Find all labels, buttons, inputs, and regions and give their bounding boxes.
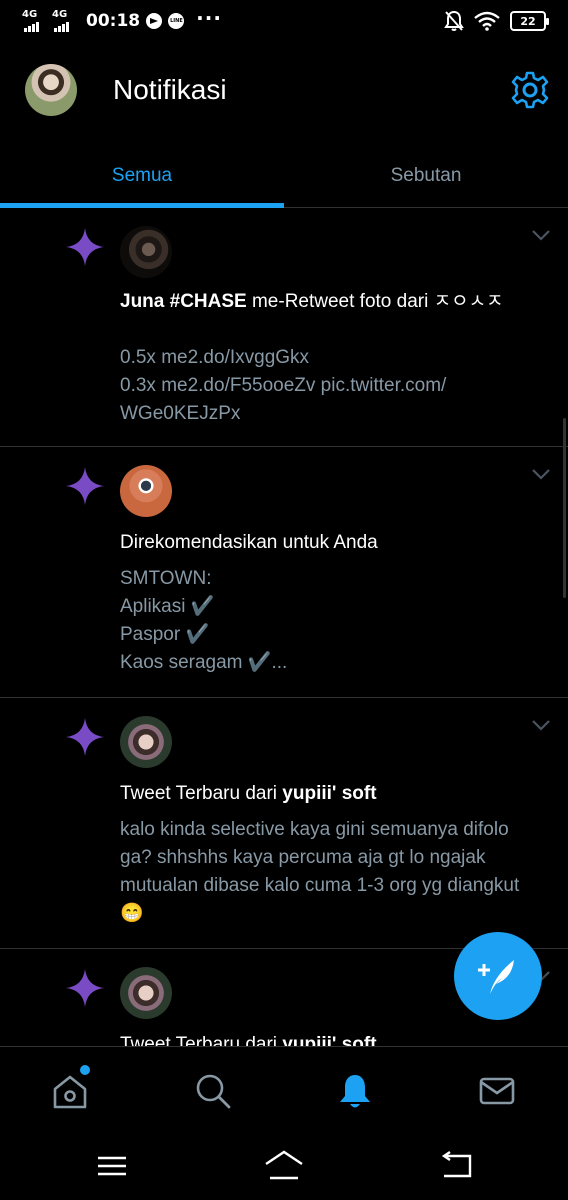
battery-level: 22 bbox=[520, 14, 536, 28]
chevron-down-icon[interactable] bbox=[530, 463, 552, 485]
notification-tabs: Semua Sebutan bbox=[0, 144, 568, 208]
telegram-icon bbox=[146, 13, 163, 29]
profile-avatar[interactable] bbox=[25, 64, 77, 116]
notification-title: Juna #CHASE me-Retweet foto dari ㅈㅇㅅㅈ bbox=[120, 288, 520, 316]
notification-body: kalo kinda selective kaya gini semuanya … bbox=[120, 819, 520, 924]
notification-item[interactable]: Juna #CHASE me-Retweet foto dari ㅈㅇㅅㅈ 0.… bbox=[0, 208, 568, 447]
notification-body: 0.5x me2.do/IxvggGkx 0.3x me2.do/F55ooeZ… bbox=[120, 347, 447, 424]
network-label-2: 4G bbox=[52, 9, 68, 20]
feed-scrollbar[interactable] bbox=[563, 418, 566, 598]
notification-title: Tweet Terbaru dari yupiii' soft bbox=[120, 1031, 520, 1046]
notification-item[interactable]: Tweet Terbaru dari yupiii' soft kalo kin… bbox=[0, 698, 568, 949]
sparkle-icon bbox=[66, 467, 104, 505]
home-icon[interactable] bbox=[50, 1071, 90, 1111]
bottom-navigation bbox=[0, 1046, 568, 1132]
smtown-avatar[interactable] bbox=[120, 465, 172, 517]
home-new-indicator bbox=[80, 1065, 90, 1075]
notification-action: Tweet Terbaru dari bbox=[120, 783, 283, 804]
back-icon[interactable] bbox=[436, 1150, 476, 1182]
mute-bell-icon bbox=[444, 10, 464, 31]
page-title: Notifikasi bbox=[113, 74, 227, 105]
clock: 00:18 bbox=[86, 11, 141, 31]
tab-all[interactable]: Semua bbox=[0, 144, 284, 208]
chevron-down-icon[interactable] bbox=[530, 224, 552, 246]
notification-title: Tweet Terbaru dari yupiii' soft bbox=[120, 780, 520, 808]
more-notifications-icon: ··· bbox=[196, 6, 222, 30]
notification-user[interactable]: yupiii' soft bbox=[282, 1034, 376, 1046]
mail-icon[interactable] bbox=[477, 1071, 517, 1111]
network-indicator-2: 4G bbox=[52, 10, 76, 32]
system-home-icon[interactable] bbox=[264, 1150, 304, 1182]
sparkle-icon bbox=[66, 969, 104, 1007]
status-left: 4G 4G 00:18 ··· bbox=[22, 6, 222, 32]
status-right: 22 bbox=[444, 10, 549, 32]
network-label-1: 4G bbox=[22, 9, 38, 20]
sparkle-icon bbox=[66, 718, 104, 756]
notification-user[interactable]: Juna #CHASE bbox=[120, 291, 247, 312]
bell-icon[interactable] bbox=[335, 1071, 375, 1111]
notification-action: me-Retweet foto dari ㅈㅇㅅㅈ bbox=[246, 291, 504, 312]
battery-icon: 22 bbox=[510, 11, 549, 31]
app-header: Notifikasi bbox=[0, 44, 568, 144]
yupiii-avatar[interactable] bbox=[120, 967, 172, 1019]
sparkle-icon bbox=[66, 228, 104, 266]
notification-title: Direkomendasikan untuk Anda bbox=[120, 532, 378, 553]
menu-icon[interactable] bbox=[92, 1150, 132, 1182]
status-bar: 4G 4G 00:18 ··· 22 bbox=[0, 0, 568, 44]
wifi-icon bbox=[474, 11, 500, 31]
line-icon bbox=[168, 13, 185, 29]
notification-feed[interactable]: Juna #CHASE me-Retweet foto dari ㅈㅇㅅㅈ 0.… bbox=[0, 208, 568, 1046]
compose-tweet-button[interactable] bbox=[454, 932, 542, 1020]
signal-bars-2 bbox=[54, 22, 69, 32]
compose-tweet-icon bbox=[478, 960, 514, 994]
notification-action: Tweet Terbaru dari bbox=[120, 1034, 283, 1046]
signal-bars-1 bbox=[24, 22, 39, 32]
notification-item[interactable]: Direkomendasikan untuk Anda SMTOWN: Apli… bbox=[0, 447, 568, 698]
notification-user[interactable]: yupiii' soft bbox=[282, 783, 376, 804]
search-icon[interactable] bbox=[193, 1071, 233, 1111]
gear-icon[interactable] bbox=[510, 70, 550, 110]
chevron-down-icon[interactable] bbox=[530, 714, 552, 736]
tab-mentions[interactable]: Sebutan bbox=[284, 144, 568, 208]
network-indicator-1: 4G bbox=[22, 10, 46, 32]
juna-avatar[interactable] bbox=[120, 226, 172, 278]
yupiii-avatar[interactable] bbox=[120, 716, 172, 768]
system-navigation bbox=[0, 1132, 568, 1200]
notification-body: SMTOWN: Aplikasi ✔️ Paspor ✔️ Kaos serag… bbox=[120, 568, 288, 673]
